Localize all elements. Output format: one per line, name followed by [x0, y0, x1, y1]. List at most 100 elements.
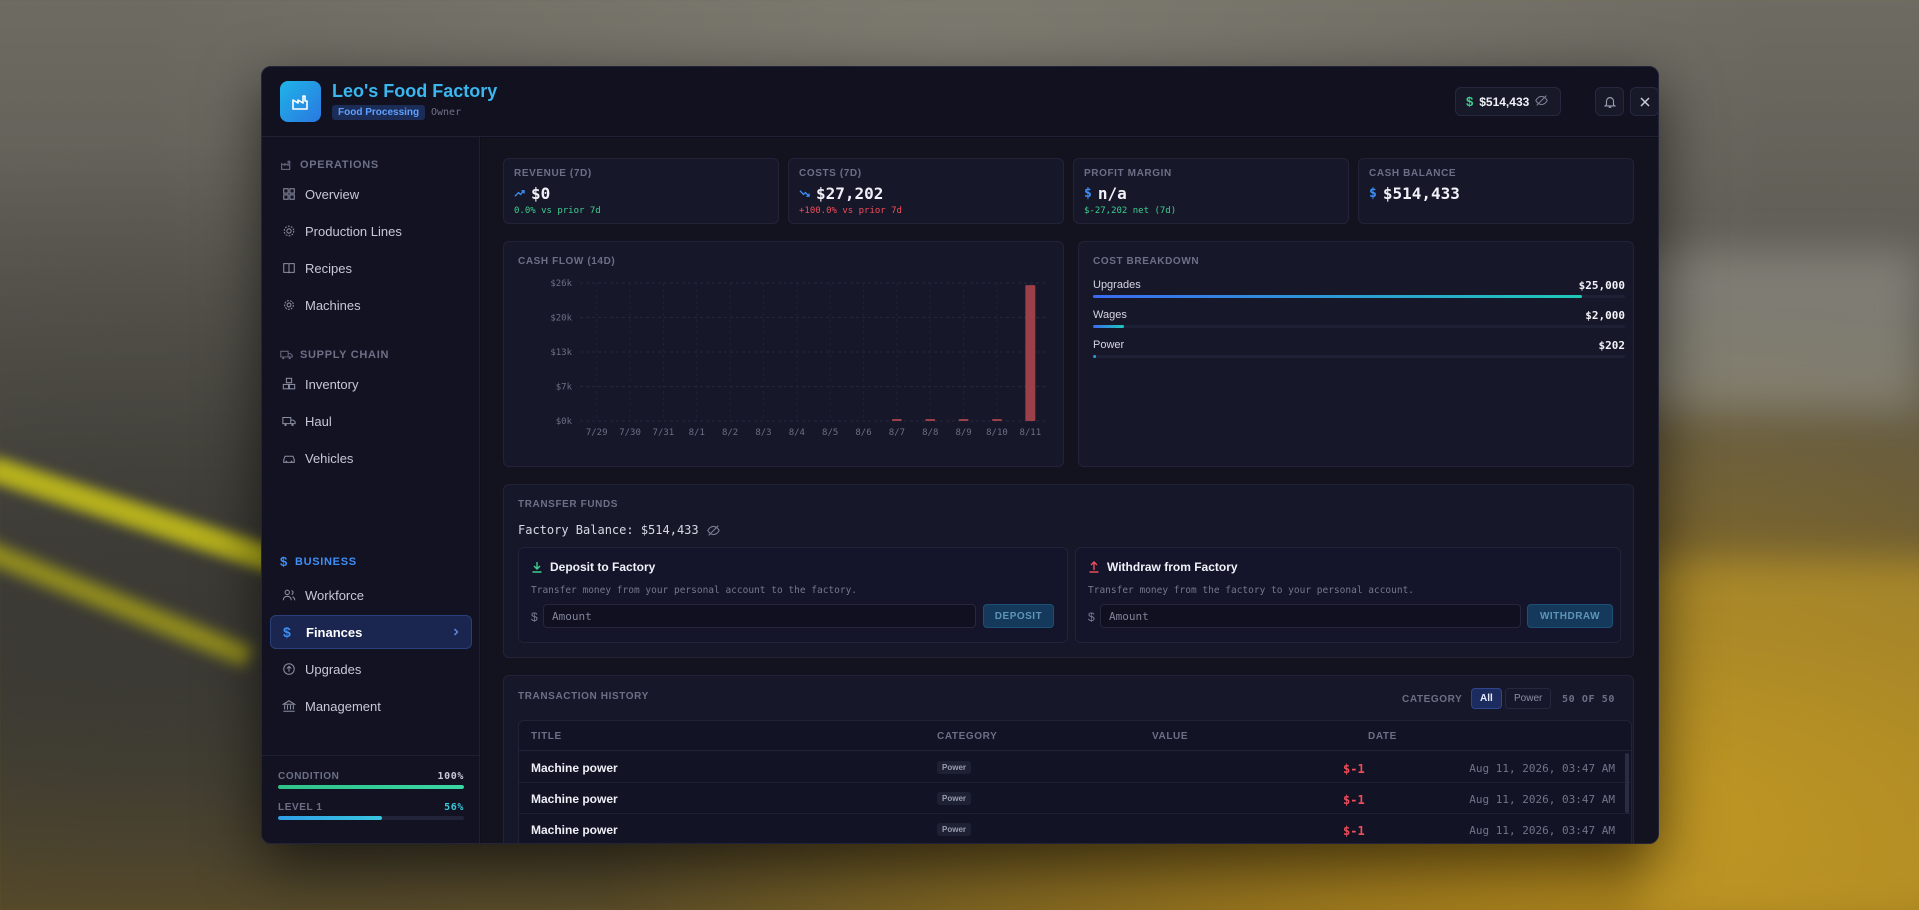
transactions-count: 50 OF 50	[1562, 694, 1615, 705]
background-floor	[1640, 560, 1919, 910]
deposit-desc: Transfer money from your personal accoun…	[531, 585, 858, 596]
eye-off-icon[interactable]	[706, 524, 720, 537]
cashflow-chart: $0k $7k $13k $20k $26k 7/29 7/30 7/31 8/1 8/2 8/3 8…	[550, 279, 1047, 438]
sidebar-item-finances[interactable]: $ Finances	[270, 615, 472, 649]
condition-bar	[278, 785, 464, 789]
sidebar-item-production-lines[interactable]: Production Lines	[270, 214, 472, 248]
main-content: REVENUE (7D) $0 0.0% vs prior 7d COSTS (…	[481, 138, 1658, 843]
kpi-sub: $-27,202 net (7d)	[1084, 206, 1177, 216]
factory-icon	[280, 81, 321, 122]
x-tick-label: 8/7	[889, 428, 905, 438]
column-header[interactable]: DATE	[1368, 731, 1397, 742]
breakdown-row-power: Power $202	[1093, 339, 1625, 358]
sidebar-item-recipes[interactable]: Recipes	[270, 251, 472, 285]
column-header[interactable]: TITLE	[531, 731, 562, 742]
withdraw-button[interactable]: WITHDRAW	[1527, 604, 1613, 628]
notifications-button[interactable]	[1595, 87, 1624, 116]
sidebar-item-label: Production Lines	[305, 223, 402, 239]
category-badge: Power	[937, 761, 972, 774]
deposit-title: Deposit to Factory	[550, 560, 656, 574]
table-row[interactable]: Machine power Power $-1 Aug 11, 2026, 03…	[519, 814, 1631, 843]
book-icon	[283, 263, 295, 274]
x-tick-label: 8/2	[722, 428, 738, 438]
trend-up-icon	[514, 190, 525, 197]
level-label: LEVEL 1	[278, 802, 323, 813]
kpi-costs: COSTS (7D) $27,202 +100.0% vs prior 7d	[788, 158, 1064, 224]
trend-down-icon	[799, 190, 810, 197]
sidebar-item-upgrades[interactable]: Upgrades	[270, 652, 472, 686]
category-badge: Power	[937, 823, 972, 836]
deposit-amount-input[interactable]	[543, 604, 976, 628]
x-tick-label: 8/3	[755, 428, 771, 438]
sidebar-item-management[interactable]: Management	[270, 689, 472, 723]
users-icon	[282, 589, 296, 601]
truck-icon	[280, 350, 293, 360]
close-button[interactable]	[1630, 87, 1658, 116]
factory-icon	[281, 160, 291, 170]
eye-off-icon[interactable]	[1535, 94, 1549, 110]
condition-value: 100%	[437, 771, 464, 782]
y-tick-label: $7k	[556, 383, 573, 393]
cashflow-card: CASH FLOW (14D) $0k $7k $13k $20k $26k 7/29 7/…	[503, 241, 1064, 467]
table-scrollbar[interactable]	[1625, 753, 1629, 813]
sidebar-item-haul[interactable]: Haul	[270, 404, 472, 438]
filter-power-button[interactable]: Power	[1505, 688, 1552, 709]
balance-pill[interactable]: $ $514,433	[1455, 87, 1562, 116]
bell-icon	[1603, 96, 1616, 108]
withdraw-amount-input[interactable]	[1100, 604, 1521, 628]
sidebar-item-label: Vehicles	[305, 450, 354, 466]
y-tick-label: $0k	[556, 417, 573, 427]
sidebar-item-workforce[interactable]: Workforce	[270, 578, 472, 612]
filter-all-button[interactable]: All	[1471, 688, 1502, 709]
sidebar-item-machines[interactable]: Machines	[270, 288, 472, 322]
download-icon	[532, 562, 542, 573]
sidebar-item-vehicles[interactable]: Vehicles	[270, 441, 472, 475]
sidebar-item-inventory[interactable]: Inventory	[270, 367, 472, 401]
dollar-icon: $	[1084, 186, 1092, 201]
x-tick-label: 8/8	[922, 428, 938, 438]
kpi-value: $27,202	[816, 184, 884, 203]
table-row[interactable]: Machine power Power $-1 Aug 11, 2026, 03…	[519, 783, 1631, 814]
sidebar-item-label: Management	[305, 698, 381, 714]
cost-breakdown-card: COST BREAKDOWN Upgrades $25,000 Wages $2,0…	[1078, 241, 1634, 467]
sidebar-item-label: Overview	[305, 186, 360, 202]
sidebar-item-overview[interactable]: Overview	[270, 177, 472, 211]
kpi-value: $514,433	[1382, 184, 1460, 203]
y-tick-label: $13k	[550, 348, 572, 358]
close-icon	[1639, 96, 1650, 107]
withdraw-desc: Transfer money from the factory to your …	[1088, 585, 1415, 596]
sidebar-item-label: Upgrades	[305, 661, 362, 677]
kpi-value: $0	[531, 184, 551, 203]
breakdown-row-upgrades: Upgrades $25,000	[1093, 279, 1625, 298]
x-tick-label: 7/30	[619, 428, 641, 438]
table-header: TITLE CATEGORY VALUE DATE	[519, 721, 1631, 751]
arrow-up-circle-icon	[283, 663, 295, 675]
cashflow-bar	[925, 419, 936, 421]
currency-symbol: $	[1088, 610, 1095, 624]
cashflow-bar	[991, 419, 1002, 421]
transaction-history-card: TRANSACTION HISTORY CATEGORY All Power 5…	[503, 675, 1634, 843]
column-header[interactable]: VALUE	[1152, 731, 1188, 742]
sidebar: OPERATIONS Overview Production Lines Rec…	[262, 137, 480, 843]
cashflow-bar	[891, 419, 902, 421]
cashflow-bar	[1025, 285, 1036, 421]
deposit-panel: Deposit to Factory Transfer money from y…	[518, 547, 1068, 643]
grid-icon	[283, 188, 295, 200]
sidebar-item-label: Finances	[306, 624, 363, 640]
kpi-profit-margin: PROFIT MARGIN $ n/a $-27,202 net (7d)	[1073, 158, 1349, 224]
sidebar-item-label: Workforce	[305, 587, 364, 603]
kpi-sub: 0.0% vs prior 7d	[514, 206, 601, 216]
table-row[interactable]: Machine power Power $-1 Aug 11, 2026, 03…	[519, 752, 1631, 783]
x-tick-label: 8/1	[689, 428, 705, 438]
column-header[interactable]: CATEGORY	[937, 731, 997, 742]
dollar-icon: $	[280, 554, 288, 569]
deposit-button[interactable]: DEPOSIT	[983, 604, 1054, 628]
cost-breakdown-label: COST BREAKDOWN	[1093, 256, 1200, 267]
window-header: Leo's Food Factory Food Processing Owner…	[262, 67, 1658, 137]
kpi-value: n/a	[1097, 184, 1127, 203]
car-icon	[283, 455, 295, 463]
x-tick-label: 7/29	[586, 428, 608, 438]
level-value: 56%	[444, 802, 464, 813]
sidebar-footer: CONDITION 100% LEVEL 1 56%	[262, 755, 479, 843]
sidebar-item-label: Inventory	[305, 376, 359, 392]
